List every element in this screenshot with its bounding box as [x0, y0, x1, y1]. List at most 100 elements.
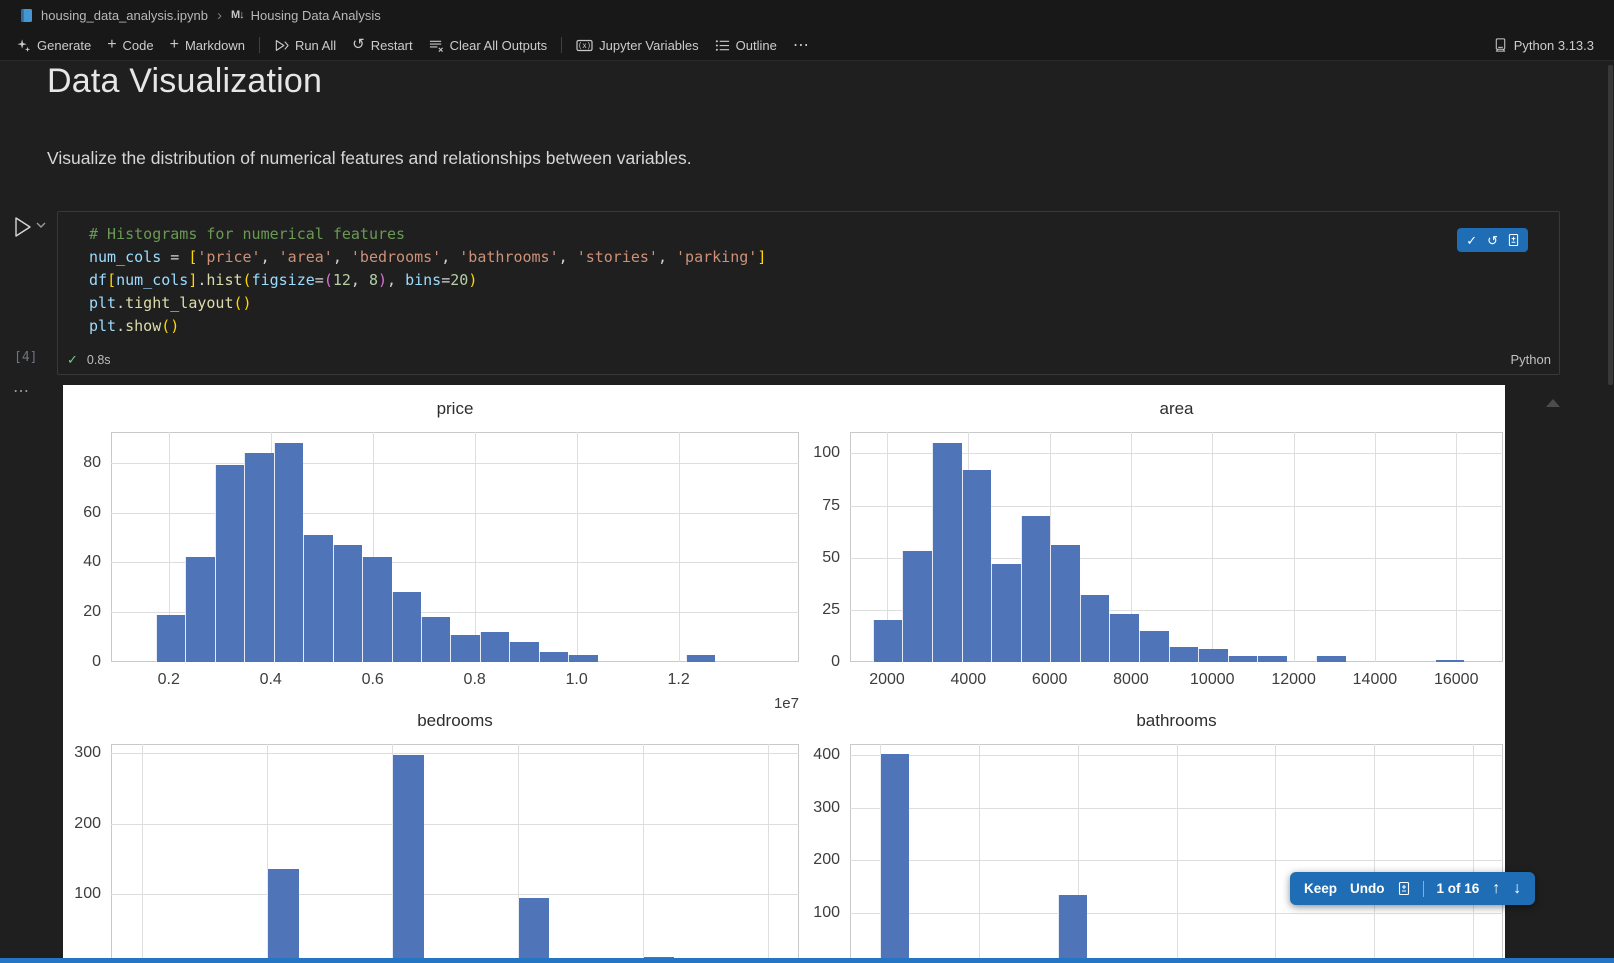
y-gridline [111, 753, 799, 754]
y-tick-label: 0 [792, 652, 840, 672]
y-tick-label: 100 [63, 884, 101, 904]
add-code-button[interactable]: + Code [99, 35, 161, 56]
histogram-bar [215, 465, 244, 662]
outline-button[interactable]: Outline [707, 35, 785, 56]
histogram-bar [362, 557, 391, 662]
notebook-toolbar: Generate + Code + Markdown Run All ↺ Res… [0, 30, 1614, 61]
markdown-heading: Data Visualization [47, 62, 322, 101]
x-gridline [1456, 432, 1457, 662]
run-cell-controls [10, 214, 46, 240]
y-tick-label: 50 [792, 548, 840, 568]
diff-review-toolbar: Keep Undo 1 of 16 ↑ ↓ [1290, 872, 1535, 905]
plus-icon: + [107, 40, 116, 50]
x-tick-label: 0.6 [338, 671, 408, 689]
accept-changes-icon[interactable]: ✓ [1466, 234, 1477, 247]
code-cell: # Histograms for numerical featuresnum_c… [57, 211, 1560, 375]
code-line[interactable]: df[num_cols].hist(figsize=(12, 8), bins=… [89, 269, 1559, 292]
x-tick-label: 12000 [1259, 671, 1329, 689]
discard-changes-icon[interactable]: ↺ [1487, 234, 1498, 247]
diff-file-icon[interactable] [1398, 881, 1410, 896]
code-line[interactable]: plt.tight_layout() [89, 292, 1559, 315]
toolbar-divider [259, 37, 260, 53]
x-tick-label: 2000 [852, 671, 922, 689]
scroll-up-arrow-icon[interactable] [1546, 399, 1560, 407]
toolbar-divider [561, 37, 562, 53]
code-line[interactable]: num_cols = ['price', 'area', 'bedrooms',… [89, 246, 1559, 269]
axis-offset-label: 1e7 [739, 695, 799, 712]
x-gridline [142, 744, 143, 963]
histogram-bar [880, 754, 910, 963]
x-tick-label: 0.2 [134, 671, 204, 689]
cell-language[interactable]: Python [1511, 352, 1551, 367]
histogram-bar [962, 470, 992, 662]
histogram-bar [156, 615, 185, 662]
chart-title: bathrooms [850, 711, 1503, 731]
clear-all-outputs-button[interactable]: Clear All Outputs [421, 35, 556, 56]
histogram-bar [274, 443, 303, 662]
restart-icon: ↺ [352, 39, 365, 51]
x-gridline [679, 432, 680, 662]
histogram-bar [267, 869, 298, 963]
y-gridline [111, 824, 799, 825]
chart-title: bedrooms [111, 711, 799, 731]
y-tick-label: 300 [63, 743, 101, 763]
add-markdown-button[interactable]: + Markdown [162, 35, 253, 56]
outline-icon [715, 38, 730, 53]
generate-button[interactable]: Generate [8, 35, 99, 56]
cell-duration: 0.8s [87, 353, 111, 367]
x-gridline [475, 432, 476, 662]
diff-file-icon[interactable] [1508, 233, 1519, 247]
success-check-icon: ✓ [67, 352, 78, 368]
y-gridline [850, 755, 1503, 756]
y-tick-label: 100 [792, 903, 840, 923]
x-tick-label: 10000 [1177, 671, 1247, 689]
histogram-bar [1050, 545, 1080, 662]
x-tick-label: 6000 [1015, 671, 1085, 689]
markdown-cell-icon: M↓ [231, 9, 244, 21]
keep-button[interactable]: Keep [1304, 881, 1337, 896]
histogram-bar [1435, 660, 1465, 662]
x-tick-label: 8000 [1096, 671, 1166, 689]
run-options-chevron-icon[interactable] [36, 222, 46, 229]
y-gridline [850, 913, 1503, 914]
histogram-bar [1316, 656, 1346, 662]
x-gridline [1275, 744, 1276, 963]
histogram-bar [392, 755, 423, 963]
histogram-bar [1058, 895, 1088, 963]
y-tick-label: 75 [792, 496, 840, 516]
code-editor[interactable]: # Histograms for numerical featuresnum_c… [58, 212, 1559, 338]
more-actions-button[interactable]: ⋯ [785, 32, 818, 58]
histogram-bar [902, 551, 932, 662]
breadcrumb-file[interactable]: housing_data_analysis.ipynb [41, 8, 208, 23]
histogram-bar [1021, 516, 1051, 662]
cell-diff-toolbar: ✓ ↺ [1457, 228, 1528, 252]
x-tick-label: 1.0 [542, 671, 612, 689]
histogram-bar [873, 620, 903, 662]
change-counter: 1 of 16 [1437, 881, 1480, 896]
histogram-bar [1080, 595, 1110, 662]
run-all-button[interactable]: Run All [266, 35, 344, 56]
code-line[interactable]: plt.show() [89, 315, 1559, 338]
code-line[interactable]: # Histograms for numerical features [89, 223, 1559, 246]
histogram-bar [185, 557, 214, 662]
x-tick-label: 1.2 [644, 671, 714, 689]
kernel-icon [1493, 37, 1508, 53]
histogram-bar [244, 453, 273, 662]
previous-change-button[interactable]: ↑ [1492, 880, 1500, 898]
execution-count: [4] [14, 350, 37, 365]
y-tick-label: 20 [63, 602, 101, 622]
next-change-button[interactable]: ↓ [1513, 880, 1521, 898]
editor-scrollbar[interactable] [1608, 65, 1613, 385]
run-cell-button[interactable] [10, 214, 34, 240]
kernel-picker[interactable]: Python 3.13.3 [1485, 34, 1602, 56]
jupyter-variables-button[interactable]: (x) Jupyter Variables [568, 35, 706, 56]
restart-button[interactable]: ↺ Restart [344, 35, 420, 56]
x-tick-label: 14000 [1340, 671, 1410, 689]
y-tick-label: 40 [63, 552, 101, 572]
undo-button[interactable]: Undo [1350, 881, 1385, 896]
output-options-button[interactable]: ⋯ [13, 381, 30, 401]
histogram-bar [518, 898, 549, 963]
breadcrumb-cell-title[interactable]: Housing Data Analysis [251, 8, 381, 23]
svg-text:(x): (x) [578, 41, 592, 50]
y-tick-label: 25 [792, 600, 840, 620]
